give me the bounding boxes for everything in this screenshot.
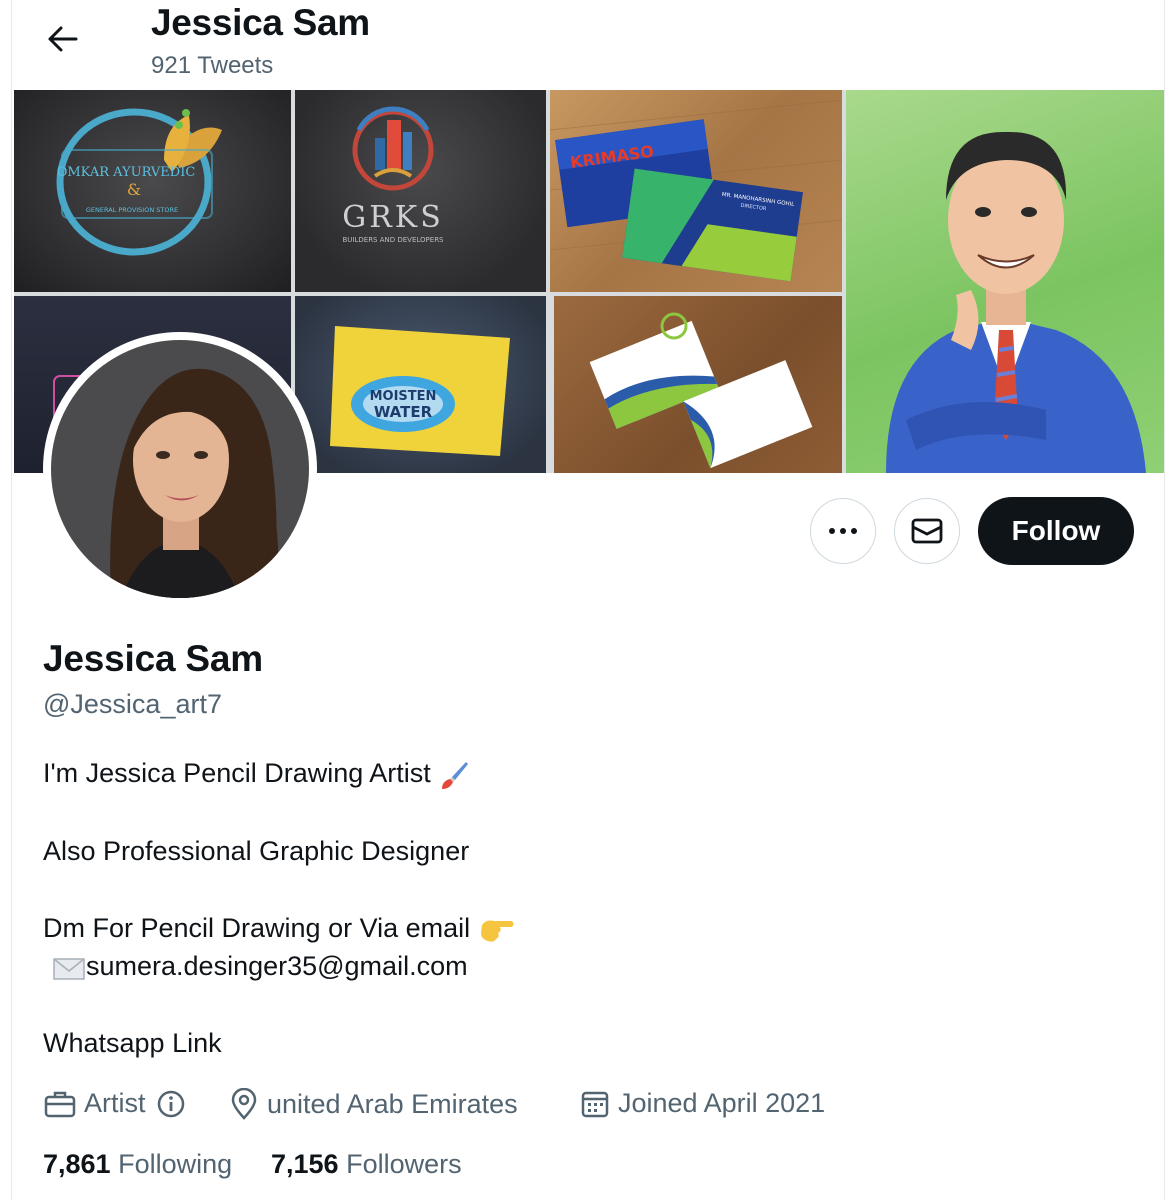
bio-line-3: Dm For Pencil Drawing or Via email xyxy=(43,913,516,945)
info-icon[interactable] xyxy=(156,1089,186,1119)
location-label: united Arab Emirates xyxy=(267,1088,518,1119)
category-label: Artist xyxy=(84,1088,146,1118)
bio-line-5: Whatsapp Link xyxy=(43,1028,222,1058)
banner-tile-green-cards xyxy=(554,296,842,473)
svg-text:&: & xyxy=(127,180,141,199)
bio-line-2: Also Professional Graphic Designer xyxy=(43,836,470,866)
profile-category: Artist xyxy=(44,1088,194,1119)
message-button[interactable] xyxy=(894,498,960,564)
bio-text-3: Dm For Pencil Drawing or Via email xyxy=(43,913,471,943)
header-title: Jessica Sam xyxy=(151,2,370,43)
profile-handle: @Jessica_art7 xyxy=(43,689,222,719)
banner-tile-business-cards: KRIMASO MR. MANOHARSINH GOHIL DIRECTOR xyxy=(550,90,842,292)
profile-name: Jessica Sam xyxy=(43,638,263,679)
bio-text-1: I'm Jessica Pencil Drawing Artist xyxy=(43,758,431,788)
followers-count: 7,156 xyxy=(271,1149,339,1179)
followers-link[interactable]: 7,156 Followers xyxy=(271,1149,462,1180)
bio-line-4: sumera.desinger35@gmail.com xyxy=(52,951,468,982)
tweet-count: 921 Tweets xyxy=(151,52,274,79)
svg-text:BUILDERS AND DEVELOPERS: BUILDERS AND DEVELOPERS xyxy=(342,236,444,244)
briefcase-icon xyxy=(44,1091,76,1117)
avatar[interactable] xyxy=(51,340,309,598)
email-envelope-icon xyxy=(53,958,85,980)
follow-button[interactable]: Follow xyxy=(978,497,1134,565)
svg-text:WATER: WATER xyxy=(374,403,433,421)
location-pin-icon xyxy=(231,1088,257,1120)
following-count: 7,861 xyxy=(43,1149,111,1179)
pointing-right-icon xyxy=(480,920,514,942)
calendar-icon xyxy=(581,1091,609,1117)
envelope-icon xyxy=(911,518,943,544)
banner-tile-cartoon-man xyxy=(846,90,1164,473)
svg-text:GENERAL PROVISION STORE: GENERAL PROVISION STORE xyxy=(86,206,178,214)
profile-location: united Arab Emirates xyxy=(229,1088,518,1120)
svg-text:GRKS: GRKS xyxy=(342,200,444,235)
more-dots-icon xyxy=(829,528,857,534)
svg-text:MOISTEN: MOISTEN xyxy=(370,389,437,404)
following-label: Following xyxy=(118,1149,233,1179)
banner-tile-ayurvedic-logo: OMKAR AYURVEDIC & GENERAL PROVISION STOR… xyxy=(14,90,291,292)
profile-joined: Joined April 2021 xyxy=(580,1088,825,1119)
back-arrow-icon[interactable] xyxy=(44,20,82,58)
email-link[interactable]: sumera.desinger35@gmail.com xyxy=(86,951,468,981)
banner-tile-grks-logo: GRKS BUILDERS AND DEVELOPERS xyxy=(295,90,546,292)
more-options-button[interactable] xyxy=(810,498,876,564)
svg-text:OMKAR AYURVEDIC: OMKAR AYURVEDIC xyxy=(57,165,196,180)
banner-tile-moisten-water: MOISTEN WATER xyxy=(295,296,546,473)
followers-label: Followers xyxy=(346,1149,462,1179)
paintbrush-icon xyxy=(442,761,469,789)
joined-label: Joined April 2021 xyxy=(618,1088,826,1118)
bio-line-1: I'm Jessica Pencil Drawing Artist xyxy=(43,758,470,791)
following-link[interactable]: 7,861 Following xyxy=(43,1149,232,1180)
